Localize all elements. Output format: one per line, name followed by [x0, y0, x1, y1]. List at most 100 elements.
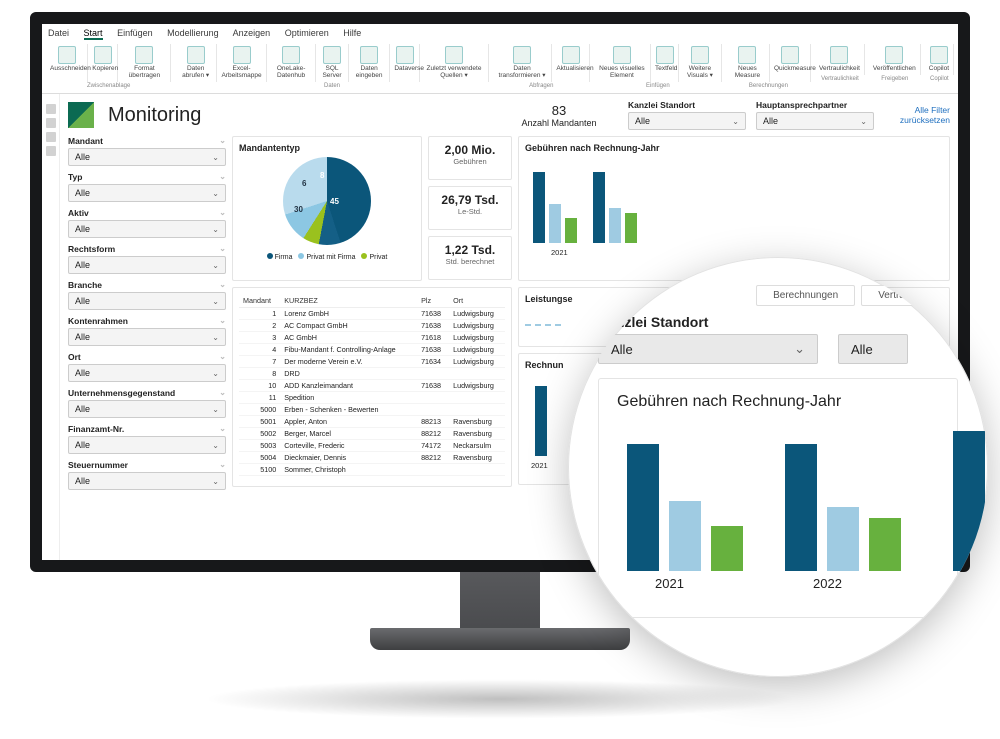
side-filter-select[interactable]: Alle⌄ — [68, 400, 226, 418]
mandanten-table[interactable]: MandantKURZBEZPlzOrt1Lorenz GmbH71638Lud… — [239, 294, 505, 476]
ribbon-button[interactable]: Quickmeasure — [770, 44, 811, 82]
table-row[interactable]: 10ADD Kanzleimandant71638Ludwigsburg — [239, 380, 505, 392]
side-filter-select[interactable]: Alle⌄ — [68, 292, 226, 310]
mag-chart-title: Gebühren nach Rechnung-Jahr — [617, 393, 939, 411]
filters-panel: Mandant⌄Alle⌄Typ⌄Alle⌄Aktiv⌄Alle⌄Rechtsf… — [68, 136, 226, 496]
menu-hilfe[interactable]: Hilfe — [343, 28, 361, 38]
side-filter-select[interactable]: Alle⌄ — [68, 472, 226, 490]
menu-datei[interactable]: Datei — [48, 28, 69, 38]
menu-einfuegen[interactable]: Einfügen — [117, 28, 153, 38]
mag-filter-2[interactable]: Alle — [838, 334, 908, 364]
ribbon-button[interactable]: Neues visuelles Element — [594, 44, 651, 82]
table-row[interactable]: 5002Berger, Marcel88212Ravensburg — [239, 428, 505, 440]
ribbon-button[interactable]: Copilot — [925, 44, 954, 75]
chevron-down-icon: ⌄ — [219, 388, 226, 398]
table-header[interactable]: Mandant — [239, 294, 280, 308]
side-filter-select[interactable]: Alle⌄ — [68, 184, 226, 202]
side-filter-select[interactable]: Alle⌄ — [68, 328, 226, 346]
table-row[interactable]: 8DRD — [239, 368, 505, 380]
table-header[interactable]: Ort — [449, 294, 505, 308]
mag-bar-chart[interactable]: 2021 2022 — [617, 421, 939, 591]
ribbon-button[interactable]: Zuletzt verwendete Quellen ▾ — [420, 44, 488, 82]
bar-chart[interactable]: 2021 — [525, 157, 943, 257]
menu-optimieren[interactable]: Optimieren — [285, 28, 329, 38]
filter-label-kanzlei: Kanzlei Standort — [628, 100, 746, 110]
table-row[interactable]: 5000Erben - Schenken - Bewerten — [239, 404, 505, 416]
ribbon-button[interactable]: Neues Measure — [726, 44, 770, 82]
left-nav-rail — [42, 94, 60, 560]
sparkline — [525, 324, 561, 326]
ribbon-button[interactable]: Daten abrufen ▾ — [175, 44, 217, 82]
filter-label: Aktiv⌄ — [68, 208, 226, 218]
chevron-down-icon: ⌄ — [212, 477, 219, 486]
mag-filter-kanzlei[interactable]: Alle ⌄ — [598, 334, 818, 364]
table-row[interactable]: 4Fibu-Mandant f. Controlling-Anlage71638… — [239, 344, 505, 356]
chevron-down-icon: ⌄ — [212, 369, 219, 378]
side-filter-select[interactable]: Alle⌄ — [68, 256, 226, 274]
kpi-label: Std. berechnet — [435, 257, 505, 266]
ribbon-group-title: Freigeben — [881, 76, 908, 82]
bar — [827, 507, 859, 571]
card-title: Gebühren nach Rechnung-Jahr — [525, 143, 943, 153]
table-row[interactable]: 5100Sommer, Christoph — [239, 464, 505, 476]
bar — [565, 218, 577, 243]
table-header[interactable]: KURZBEZ — [280, 294, 417, 308]
bar — [625, 213, 637, 243]
chevron-down-icon: ⌄ — [212, 297, 219, 306]
zoom-lens: Berechnungen Vertraulichkeit Kanzlei Sta… — [568, 257, 988, 677]
pie-chart[interactable] — [283, 157, 371, 245]
nav-data-icon[interactable] — [46, 118, 56, 128]
kpi-value: 26,79 Tsd. — [435, 193, 505, 207]
chevron-down-icon: ⌄ — [219, 208, 226, 218]
menu-anzeigen[interactable]: Anzeigen — [233, 28, 271, 38]
ribbon-button[interactable]: Daten eingeben — [349, 44, 390, 82]
ribbon-button[interactable]: SQL Server — [316, 44, 349, 82]
ribbon-button[interactable]: Aktualisieren — [552, 44, 590, 82]
ribbon-button[interactable]: Daten transformieren ▾ — [493, 44, 553, 82]
table-row[interactable]: 11Spedition — [239, 392, 505, 404]
side-filter-select[interactable]: Alle⌄ — [68, 148, 226, 166]
table-row[interactable]: 2AC Compact GmbH71638Ludwigsburg — [239, 320, 505, 332]
filter-kanzlei-standort[interactable]: Alle ⌄ — [628, 112, 746, 130]
kpi-lestd: 26,79 Tsd. Le-Std. — [428, 186, 512, 230]
kpi-label: Gebühren — [435, 157, 505, 166]
ribbon-button[interactable]: Excel-Arbeitsmappe — [217, 44, 267, 82]
table-row[interactable]: 1Lorenz GmbH71638Ludwigsburg — [239, 308, 505, 320]
table-header[interactable]: Plz — [417, 294, 449, 308]
filter-label: Steuernummer⌄ — [68, 460, 226, 470]
table-row[interactable]: 5004Dieckmaier, Dennis88212Ravensburg — [239, 452, 505, 464]
nav-dax-icon[interactable] — [46, 146, 56, 156]
ribbon-button[interactable]: Weitere Visuals ▾ — [679, 44, 722, 82]
reset-all-filters-link[interactable]: Alle Filter zurücksetzen — [888, 105, 950, 125]
nav-model-icon[interactable] — [46, 132, 56, 142]
ribbon-button[interactable]: OneLake-Datenhub — [267, 44, 316, 82]
chevron-down-icon: ⌄ — [219, 136, 226, 146]
table-row[interactable]: 3AC GmbH71618Ludwigsburg — [239, 332, 505, 344]
ribbon-button[interactable]: Veröffentlichen — [869, 44, 921, 75]
ribbon-button[interactable]: Textfeld — [651, 44, 679, 82]
filter-hauptansprechpartner[interactable]: Alle ⌄ — [756, 112, 874, 130]
ribbon-button[interactable]: Vertraulichkeit — [815, 44, 865, 75]
menu-start[interactable]: Start — [84, 28, 103, 40]
chevron-down-icon: ⌄ — [219, 424, 226, 434]
ribbon-button[interactable]: Kopieren — [88, 44, 118, 82]
menu-modellierung[interactable]: Modellierung — [167, 28, 219, 38]
table-row[interactable]: 7Der moderne Verein e.V.71634Ludwigsburg — [239, 356, 505, 368]
table-row[interactable]: 5003Corteville, Frederic74172Neckarsulm — [239, 440, 505, 452]
kpi-value: 1,22 Tsd. — [435, 243, 505, 257]
nav-report-icon[interactable] — [46, 104, 56, 114]
chevron-down-icon: ⌄ — [212, 405, 219, 414]
legend-firma: Firma — [267, 253, 293, 261]
tab-berechnungen[interactable]: Berechnungen — [756, 285, 855, 306]
side-filter-select[interactable]: Alle⌄ — [68, 364, 226, 382]
mag-filter-label: Kanzlei Standort — [598, 314, 958, 330]
kpi-anzahl-mandanten: 83 Anzahl Mandanten — [504, 103, 614, 128]
ribbon-button[interactable]: Format übertragen — [118, 44, 171, 82]
table-row[interactable]: 5001Appler, Anton88213Ravensburg — [239, 416, 505, 428]
side-filter-select[interactable]: Alle⌄ — [68, 436, 226, 454]
side-filter-select[interactable]: Alle⌄ — [68, 220, 226, 238]
ribbon-button[interactable]: Ausschneiden — [46, 44, 88, 82]
chevron-down-icon: ⌄ — [212, 441, 219, 450]
ribbon-button[interactable]: Dataverse — [390, 44, 420, 82]
kpi-value: 83 — [504, 103, 614, 118]
